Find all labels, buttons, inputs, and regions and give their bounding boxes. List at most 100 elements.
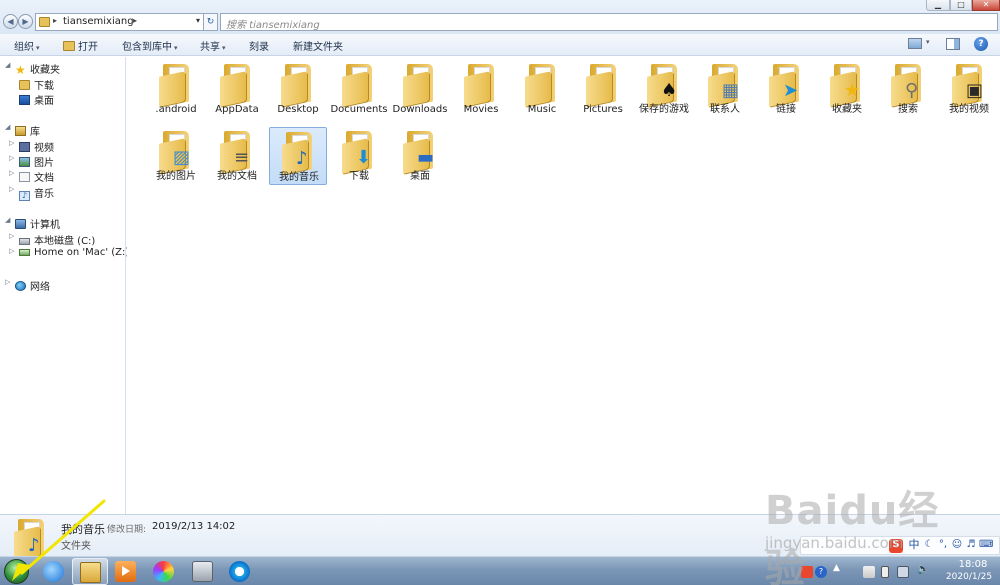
folder-item[interactable]: ▦ 联系人 — [696, 60, 754, 118]
expand-arrow-icon[interactable]: ◢ — [5, 61, 10, 69]
chevron-down-icon[interactable]: ▾ — [196, 16, 200, 25]
expand-arrow-icon[interactable]: ◢ — [5, 216, 10, 224]
include-in-library-button[interactable]: 包含到库中 ▾ — [122, 38, 178, 53]
nav-computer[interactable]: ◢ 计算机 — [5, 216, 60, 231]
collapse-arrow-icon[interactable]: ▷ — [9, 185, 14, 193]
taskbar-media-player[interactable] — [108, 558, 144, 585]
collapse-arrow-icon[interactable]: ▷ — [9, 247, 14, 255]
nav-home-mac[interactable]: ▷ Home on 'Mac' (Z:) — [9, 247, 129, 261]
preview-pane-icon[interactable] — [946, 38, 960, 50]
breadcrumb-current[interactable]: tiansemixiang — [63, 16, 134, 27]
expand-arrow-icon[interactable]: ◢ — [5, 123, 10, 131]
folder-item[interactable]: ≡ 我的文档 — [208, 127, 266, 185]
minimize-button[interactable]: ▁ — [926, 0, 950, 11]
folder-item[interactable]: ⬇ 下载 — [330, 127, 388, 185]
nav-music[interactable]: ▷ ♪ 音乐 — [9, 185, 54, 201]
folder-item[interactable]: ▨ 我的图片 — [147, 127, 205, 185]
folder-item[interactable]: ▣ 我的视频 — [940, 60, 998, 118]
chevron-right-icon[interactable]: ▸ — [133, 16, 137, 25]
sogou-ime-icon[interactable]: S — [889, 539, 903, 553]
folder-badge-icon: ➤ — [783, 80, 799, 101]
close-button[interactable]: ✕ — [972, 0, 1000, 11]
folder-item[interactable]: ⚲ 搜索 — [879, 60, 937, 118]
microphone-icon[interactable]: ♬ — [965, 539, 977, 551]
collapse-arrow-icon[interactable]: ▷ — [9, 154, 14, 162]
battery-icon[interactable] — [881, 566, 889, 578]
nav-documents[interactable]: ▷ 文档 — [9, 169, 54, 184]
folder-item[interactable]: ♠ 保存的游戏 — [635, 60, 693, 118]
collapse-arrow-icon[interactable]: ▷ — [9, 232, 14, 240]
taskbar-explorer[interactable] — [72, 558, 108, 585]
nav-downloads[interactable]: 下载 — [19, 77, 54, 92]
folder-item[interactable]: Music — [513, 60, 571, 118]
help-icon[interactable]: ? — [974, 37, 988, 51]
ime-language-toggle[interactable]: 中 — [907, 539, 921, 551]
folder-item[interactable]: ♪ 我的音乐 — [269, 127, 327, 185]
nav-videos[interactable]: ▷ 视频 — [9, 139, 54, 154]
nav-label: 库 — [30, 127, 40, 138]
folder-icon — [39, 17, 50, 27]
folder-item[interactable]: Desktop — [269, 60, 327, 118]
nav-local-disk[interactable]: ▷ 本地磁盘 (C:) — [9, 232, 95, 247]
action-center-icon[interactable] — [863, 566, 875, 578]
folder-icon — [464, 64, 498, 107]
folder-item[interactable]: Movies — [452, 60, 510, 118]
chevron-right-icon[interactable]: ▸ — [53, 16, 57, 25]
taskbar-capture-app[interactable] — [185, 558, 221, 585]
nav-network[interactable]: ▷ 网络 — [5, 278, 50, 293]
folder-label: AppData — [215, 104, 259, 115]
folder-item[interactable]: Documents — [330, 60, 388, 118]
view-options-icon[interactable] — [908, 38, 922, 49]
start-button[interactable] — [4, 559, 29, 584]
document-icon — [19, 172, 30, 182]
network-tray-icon[interactable] — [897, 566, 909, 578]
burn-button[interactable]: 刻录 — [249, 38, 269, 53]
folder-item[interactable]: .android — [147, 60, 205, 118]
folder-item[interactable]: AppData — [208, 60, 266, 118]
color-wheel-icon — [153, 561, 174, 582]
open-button[interactable]: 打开 — [63, 38, 98, 53]
folder-icon: ★ — [830, 64, 864, 107]
half-width-icon[interactable]: ☾ — [923, 539, 935, 551]
file-explorer-icon — [80, 562, 101, 583]
keyboard-icon[interactable]: ⌨ — [979, 539, 993, 551]
nav-favorites[interactable]: ◢ ★ 收藏夹 — [5, 61, 60, 76]
nav-label: 计算机 — [30, 220, 60, 231]
emoji-icon[interactable]: ☺ — [951, 539, 963, 551]
search-placeholder: 搜索 tiansemixiang — [226, 20, 320, 31]
taskbar-ie[interactable] — [36, 558, 72, 585]
folder-item[interactable]: Pictures — [574, 60, 632, 118]
search-input[interactable]: 搜索 tiansemixiang — [220, 13, 998, 31]
new-folder-button[interactable]: 新建文件夹 — [293, 38, 343, 53]
collapse-arrow-icon[interactable]: ▷ — [5, 278, 10, 286]
share-button[interactable]: 共享 ▾ — [200, 38, 226, 53]
maximize-button[interactable]: □ — [950, 0, 972, 11]
folder-icon: ▦ — [708, 64, 742, 107]
taskbar-color-app[interactable] — [146, 558, 182, 585]
clock-date[interactable]: 2020/1/25 — [940, 572, 998, 582]
nav-desktop[interactable]: 桌面 — [19, 92, 54, 107]
chevron-down-icon[interactable]: ▾ — [926, 38, 930, 46]
folder-item[interactable]: ▬ 桌面 — [391, 127, 449, 185]
forward-button[interactable]: ▶ — [18, 14, 33, 29]
help-tray-icon[interactable]: ? — [815, 566, 827, 578]
taskbar-edge[interactable] — [222, 558, 258, 585]
clock-time[interactable]: 18:08 — [950, 559, 996, 570]
folder-item[interactable]: ➤ 链接 — [757, 60, 815, 118]
folder-icon: ▬ — [403, 131, 437, 174]
back-button[interactable]: ◀ — [3, 14, 18, 29]
folder-icon: ♪ — [282, 132, 316, 175]
volume-icon[interactable]: 🔈 — [917, 564, 929, 576]
punctuation-icon[interactable]: °, — [937, 539, 949, 551]
organize-button[interactable]: 组织 ▾ — [14, 38, 40, 53]
collapse-arrow-icon[interactable]: ▷ — [9, 169, 14, 177]
collapse-arrow-icon[interactable]: ▷ — [9, 139, 14, 147]
show-hidden-icons-icon[interactable]: ▲ — [833, 563, 845, 575]
nav-pictures[interactable]: ▷ 图片 — [9, 154, 54, 169]
folder-item[interactable]: Downloads — [391, 60, 449, 118]
refresh-button[interactable]: ↻ — [203, 13, 218, 31]
folder-item[interactable]: ★ 收藏夹 — [818, 60, 876, 118]
breadcrumb[interactable]: ▸ tiansemixiang ▸ ▾ — [35, 13, 217, 31]
nav-libraries[interactable]: ◢ 库 — [5, 123, 40, 138]
sogou-tray-icon[interactable] — [801, 566, 813, 578]
